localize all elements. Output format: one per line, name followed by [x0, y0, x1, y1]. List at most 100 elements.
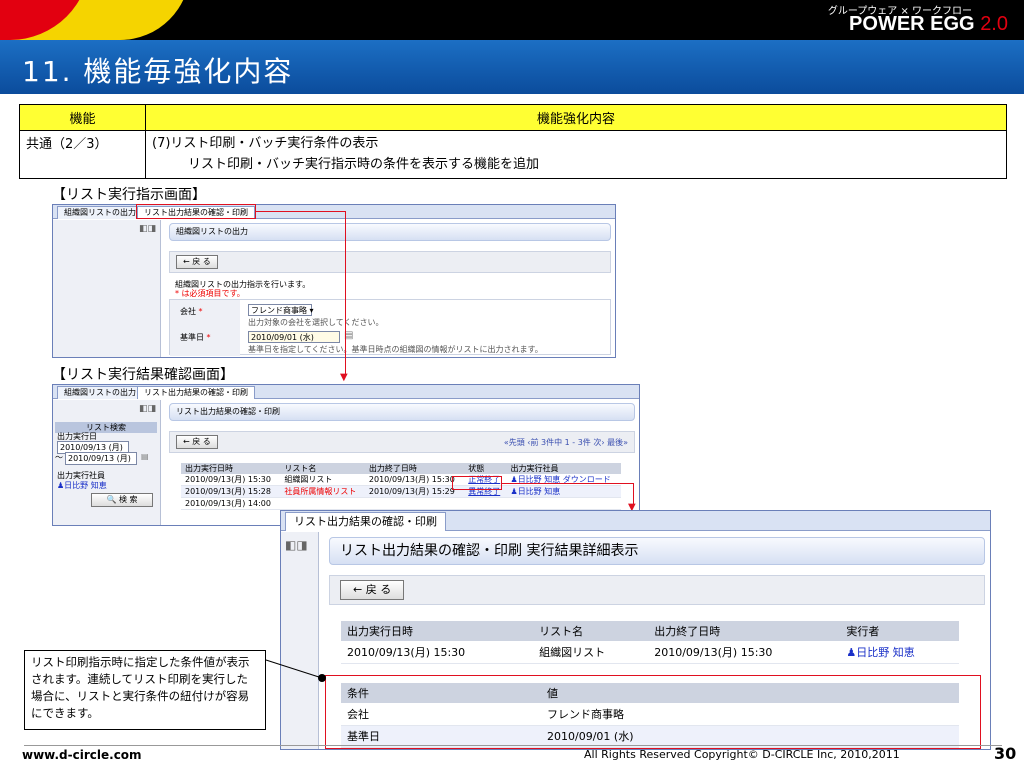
col-user: 実行者 [840, 621, 959, 641]
back-button[interactable]: ← 戻 る [176, 435, 218, 449]
feature-cell: 共通（2／3） [19, 130, 146, 179]
cell-end: 2010/09/13(月) 15:29 [364, 485, 465, 498]
enhancement-line-1: (7)リスト印刷・バッチ実行条件の表示 [152, 136, 379, 151]
col-start: 出力実行日時 [341, 621, 534, 641]
cell-condition: 基準日 [341, 725, 541, 748]
enhancement-cell: (7)リスト印刷・バッチ実行条件の表示 リスト印刷・バッチ実行指示時の条件を表示… [145, 130, 1007, 179]
cell-start: 2010/09/13(月) 15:28 [181, 485, 281, 498]
col-user: 出力実行社員 [506, 463, 621, 474]
search-icon: 🔍 [106, 495, 117, 504]
tab-list-result[interactable]: リスト出力結果の確認・印刷 [285, 512, 446, 531]
pager[interactable]: «先頭 ‹前 3件中 1 - 3件 次› 最後» [504, 437, 628, 448]
cell-value: フレンド商事略 [541, 703, 959, 726]
result-table: 出力実行日時 リスト名 出力終了日時 状態 出力実行社員 2010/09/13(… [181, 463, 621, 510]
col-name: リスト名 [280, 463, 365, 474]
callout-pointer [265, 659, 326, 682]
detail-window: リスト出力結果の確認・印刷 ◧◨ リスト出力結果の確認・印刷 実行結果詳細表示 … [280, 510, 991, 750]
back-bar: ← 戻 る [169, 251, 611, 273]
back-button[interactable]: ← 戻 る [340, 580, 405, 600]
cell-user: ♟日比野 知恵 [506, 485, 621, 498]
cell-start: 2010/09/13(月) 15:30 [181, 474, 281, 486]
date-input[interactable]: 2010/09/01 (水) [248, 331, 340, 343]
cell-end [364, 497, 465, 510]
pane-toggle-icon[interactable]: ◧◨ [285, 538, 308, 552]
cell-name: 社員所属情報リスト [280, 485, 365, 498]
left-pane: ◧◨ [281, 532, 319, 749]
connector-line [502, 483, 634, 484]
page-header: リスト出力結果の確認・印刷 実行結果詳細表示 [329, 537, 985, 565]
summary-table: 機能 機能強化内容 共通（2／3） (7)リスト印刷・バッチ実行条件の表示 リス… [19, 104, 1007, 179]
calendar-icon[interactable]: ▤ [141, 452, 149, 461]
callout-note: リスト印刷指示時に指定した条件値が表示されます。連続してリスト印刷を実行した場合… [24, 650, 266, 730]
table-header-row: 条件 値 [341, 683, 959, 703]
back-bar: ← 戻 る «先頭 ‹前 3件中 1 - 3件 次› 最後» [169, 431, 635, 453]
footer-url[interactable]: www.d-circle.com [22, 748, 142, 762]
cell-user [506, 497, 621, 510]
brand-logo: POWER EGG 2.0 [849, 13, 1008, 36]
table-row[interactable]: 2010/09/13(月) 14:00 [181, 497, 621, 510]
brand-version: 2.0 [980, 13, 1008, 35]
cell-end: 2010/09/13(月) 15:30 [364, 474, 465, 486]
tab-org-chart-output[interactable]: 組織図リストの出力 [57, 386, 143, 399]
brand-name: POWER EGG [849, 13, 975, 35]
footer-divider [24, 745, 1002, 746]
back-bar: ← 戻 る [329, 575, 985, 605]
tab-org-chart-output[interactable]: 組織図リストの出力 [57, 206, 143, 219]
cell-start: 2010/09/13(月) 14:00 [181, 497, 281, 510]
exec-user-value: ♟日比野 知恵 [57, 481, 107, 490]
company-hint: 出力対象の会社を選択してください。 [248, 318, 384, 327]
detail-table: 出力実行日時 リスト名 出力終了日時 実行者 2010/09/13(月) 15:… [341, 621, 959, 664]
tab-list-result[interactable]: リスト出力結果の確認・印刷 [137, 386, 255, 399]
date-to-input[interactable]: 2010/09/13 (月) [65, 452, 137, 465]
connector-line [256, 211, 346, 212]
cell-status [464, 497, 507, 510]
cell-condition: 会社 [341, 703, 541, 726]
copyright-text: All Rights Reserved Copyright© D-CIRCLE … [584, 748, 900, 761]
table-header-row: 出力実行日時 リスト名 出力終了日時 実行者 [341, 621, 959, 641]
table-row: 会社 フレンド商事略 [341, 703, 959, 726]
chevron-down-icon: ▾ [309, 306, 314, 315]
tab-strip: リスト出力結果の確認・印刷 [281, 511, 990, 531]
date-hint: 基準日を指定してください。基準日時点の組織図の情報がリストに出力されます。 [248, 345, 543, 354]
company-label: 会社 * [180, 307, 203, 316]
cell-end: 2010/09/13(月) 15:30 [648, 641, 841, 664]
top-banner: グループウェア × ワークフロー POWER EGG 2.0 [0, 0, 1024, 40]
connector-line [345, 211, 346, 375]
col-end: 出力終了日時 [364, 463, 465, 474]
page-header: リスト出力結果の確認・印刷 [169, 403, 635, 421]
back-button[interactable]: ← 戻 る [176, 255, 218, 269]
col-name: リスト名 [533, 621, 649, 641]
person-icon: ♟ [846, 645, 857, 659]
instruction-window: 組織図リストの出力 リスト出力結果の確認・印刷 ◧◨ 組織図リストの出力 ← 戻… [52, 204, 616, 358]
cell-name: 組織図リスト [280, 474, 365, 486]
pane-toggle-icon[interactable]: ◧◨ [139, 404, 156, 414]
highlight-tab-box [136, 204, 256, 219]
col-start: 出力実行日時 [181, 463, 281, 474]
header-enhancement: 機能強化内容 [145, 104, 1007, 131]
table-row: 基準日 2010/09/01 (水) [341, 725, 959, 748]
user-link[interactable]: 日比野 知恵 [856, 646, 915, 659]
table-row: 2010/09/13(月) 15:30 組織図リスト 2010/09/13(月)… [341, 641, 959, 664]
cell-user: ♟日比野 知恵 [840, 641, 959, 664]
page-number: 30 [994, 744, 1017, 763]
left-pane: ◧◨ [53, 220, 161, 357]
section-title-instruction: 【リスト実行指示画面】 [52, 187, 206, 203]
result-window: 組織図リストの出力 リスト出力結果の確認・印刷 ◧◨ リスト検索 出力実行日 2… [52, 384, 640, 526]
col-value: 値 [541, 683, 959, 703]
cell-name [280, 497, 365, 510]
date-label: 基準日 * [180, 333, 211, 342]
company-select[interactable]: フレンド商事略 ▾ [248, 304, 314, 316]
required-note: * は必須項目です。 [175, 289, 245, 298]
page-header: 組織図リストの出力 [169, 223, 611, 241]
tilde: ～ [55, 453, 63, 462]
pane-toggle-icon[interactable]: ◧◨ [139, 224, 156, 234]
slide-title: 11. 機能毎強化内容 [22, 55, 294, 88]
tab-strip: 組織図リストの出力 リスト出力結果の確認・印刷 [53, 385, 639, 399]
cell-value: 2010/09/01 (水) [541, 725, 959, 748]
search-pane: ◧◨ リスト検索 出力実行日 2010/09/13 (月) ～ 2010/09/… [53, 400, 161, 525]
table-row[interactable]: 2010/09/13(月) 15:28 社員所属情報リスト 2010/09/13… [181, 485, 621, 498]
search-button[interactable]: 🔍 検 索 [91, 493, 153, 507]
col-condition: 条件 [341, 683, 541, 703]
cell-start: 2010/09/13(月) 15:30 [341, 641, 534, 664]
enhancement-line-2: リスト印刷・バッチ実行指示時の条件を表示する機能を追加 [188, 157, 540, 172]
